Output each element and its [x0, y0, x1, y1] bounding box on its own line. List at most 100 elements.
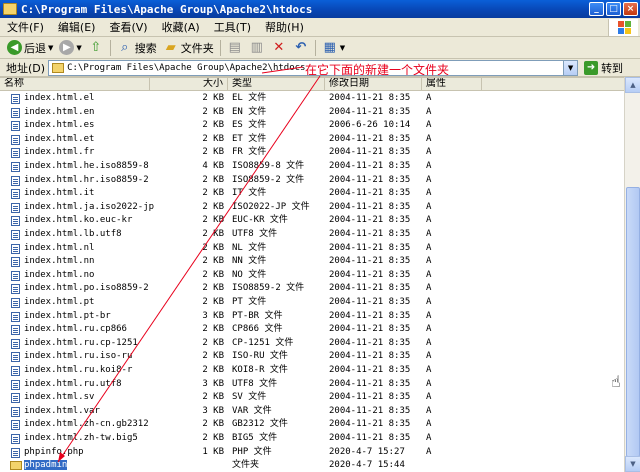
scroll-down-button[interactable]: ▼	[625, 456, 640, 472]
column-name[interactable]: 名称	[0, 78, 150, 91]
list-item[interactable]: index.html.hr.iso8859-2 2 KB ISO8859-2 文件 2…	[0, 174, 624, 188]
list-item[interactable]: index.html.ko.euc-kr 2 KB EUC-KR 文件 2004-11…	[0, 214, 624, 228]
address-dropdown-button[interactable]: ▼	[563, 60, 578, 75]
forward-button[interactable]: ▶ ▼	[56, 38, 84, 58]
list-item[interactable]: index.html.zh-cn.gb2312 2 KB GB2312 文件 2004…	[0, 418, 624, 432]
file-attributes-text: A	[426, 419, 432, 430]
copy-to-button[interactable]: ▥	[246, 38, 268, 58]
folders-button[interactable]: ▰ 文件夹	[160, 38, 217, 58]
file-attributes: A	[426, 133, 466, 146]
list-item[interactable]: index.html.no 2 KB NO 文件 2004-11-21 8:35 A	[0, 269, 624, 283]
file-type: PT-BR 文件	[232, 310, 325, 323]
list-item[interactable]: index.html.zh-tw.big5 2 KB BIG5 文件 2004-11-…	[0, 432, 624, 446]
list-item[interactable]: index.html.ja.iso2022-jp 2 KB ISO2022-JP 文…	[0, 201, 624, 215]
column-attributes[interactable]: 属性	[422, 78, 482, 91]
list-item[interactable]: index.html.ru.cp-1251 2 KB CP-1251 文件 2004-…	[0, 337, 624, 351]
menu-file[interactable]: 文件(F)	[0, 19, 51, 35]
file-size: 2 KB	[150, 201, 224, 214]
file-modified-text: 2004-11-21 8:35	[329, 378, 411, 389]
move-to-button[interactable]: ▤	[224, 38, 246, 58]
list-item[interactable]: index.html.es 2 KB ES 文件 2006-6-26 10:14 A	[0, 119, 624, 133]
file-icon	[11, 325, 20, 336]
file-type: NO 文件	[232, 269, 325, 282]
go-button[interactable]: ➜ 转到	[584, 60, 623, 76]
file-icon	[11, 243, 20, 254]
list-item[interactable]: phpadmin 文件夹 2020-4-7 15:44	[0, 459, 624, 472]
close-button[interactable]: ×	[623, 2, 638, 16]
list-item[interactable]: phpinfo.php 1 KB PHP 文件 2020-4-7 15:27 A	[0, 446, 624, 460]
undo-button[interactable]: ↶	[290, 38, 312, 58]
file-name: phpadmin	[24, 459, 164, 472]
file-icon	[11, 352, 20, 363]
file-size: 2 KB	[150, 228, 224, 241]
list-item[interactable]: index.html.fr 2 KB FR 文件 2004-11-21 8:35 A	[0, 146, 624, 160]
list-item[interactable]: index.html.sv 2 KB SV 文件 2004-11-21 8:35 A	[0, 391, 624, 405]
file-attributes-text: A	[426, 242, 432, 253]
column-type[interactable]: 类型	[228, 78, 325, 91]
file-modified: 2004-11-21 8:35	[329, 378, 422, 391]
back-button[interactable]: ◀ 后退 ▼	[4, 38, 56, 58]
file-icon	[11, 107, 20, 118]
file-list[interactable]: 名称 大小 类型 修改日期 属性 index.html.el 2 KB EL 文件 2…	[0, 77, 624, 472]
file-name: index.html.po.iso8859-2	[24, 282, 164, 295]
file-size: 3 KB	[150, 378, 224, 391]
file-modified-text: 2004-11-21 8:35	[329, 283, 411, 294]
menu-favorites[interactable]: 收藏(A)	[155, 19, 207, 35]
file-modified: 2004-11-21 8:35	[329, 255, 422, 268]
file-type-text: ET 文件	[232, 133, 267, 144]
address-label: 地址(D)	[6, 61, 46, 75]
file-type: ES 文件	[232, 119, 325, 132]
file-attributes	[426, 459, 466, 472]
file-type: ISO-RU 文件	[232, 350, 325, 363]
scroll-thumb[interactable]	[626, 187, 640, 457]
maximize-button[interactable]: □	[606, 2, 621, 16]
list-item[interactable]: index.html.ru.cp866 2 KB CP866 文件 2004-11-2…	[0, 323, 624, 337]
delete-button[interactable]: ✕	[268, 38, 290, 58]
title-bar[interactable]: C:\Program Files\Apache Group\Apache2\ht…	[0, 0, 640, 18]
scroll-up-button[interactable]: ▲	[625, 77, 640, 93]
file-name: index.html.no	[24, 269, 164, 282]
folders-label: 文件夹	[180, 41, 214, 55]
views-button[interactable]: ▦ ▼	[319, 38, 348, 58]
file-modified-text: 2004-11-21 8:35	[329, 133, 411, 144]
file-size: 1 KB	[150, 446, 224, 459]
file-name-text: index.html.ja.iso2022-jp	[24, 201, 155, 212]
column-size[interactable]: 大小	[150, 78, 228, 91]
list-item[interactable]: index.html.et 2 KB ET 文件 2004-11-21 8:35 A	[0, 133, 624, 147]
list-item[interactable]: index.html.en 2 KB EN 文件 2004-11-21 8:35 A	[0, 106, 624, 120]
menu-view[interactable]: 查看(V)	[102, 19, 154, 35]
up-folder-button[interactable]: ⇧	[85, 38, 107, 58]
menu-edit[interactable]: 编辑(E)	[51, 19, 103, 35]
list-item[interactable]: index.html.el 2 KB EL 文件 2004-11-21 8:35 A	[0, 92, 624, 106]
list-item[interactable]: index.html.ru.koi8-r 2 KB KOI8-R 文件 2004-11…	[0, 364, 624, 378]
list-item[interactable]: index.html.var 3 KB VAR 文件 2004-11-21 8:35 A	[0, 405, 624, 419]
menu-help[interactable]: 帮助(H)	[258, 19, 311, 35]
list-item[interactable]: index.html.nn 2 KB NN 文件 2004-11-21 8:35 A	[0, 255, 624, 269]
file-type: ET 文件	[232, 133, 325, 146]
list-item[interactable]: index.html.pt 2 KB PT 文件 2004-11-21 8:35 A	[0, 296, 624, 310]
vertical-scrollbar[interactable]: ▲ ▼	[624, 77, 640, 472]
file-type: IT 文件	[232, 187, 325, 200]
file-icon	[11, 284, 20, 295]
file-name-text: index.html.en	[24, 106, 95, 117]
file-attributes: A	[426, 432, 466, 445]
list-item[interactable]: index.html.po.iso8859-2 2 KB ISO8859-2 文件 2…	[0, 282, 624, 296]
search-button[interactable]: ⌕ 搜索	[114, 38, 160, 58]
file-modified: 2004-11-21 8:35	[329, 364, 422, 377]
column-modified[interactable]: 修改日期	[325, 78, 422, 91]
file-attributes: A	[426, 160, 466, 173]
list-item[interactable]: index.html.nl 2 KB NL 文件 2004-11-21 8:35 A	[0, 242, 624, 256]
list-item[interactable]: index.html.pt-br 3 KB PT-BR 文件 2004-11-21 8…	[0, 310, 624, 324]
list-item[interactable]: index.html.lb.utf8 2 KB UTF8 文件 2004-11-21 …	[0, 228, 624, 242]
list-item[interactable]: index.html.ru.iso-ru 2 KB ISO-RU 文件 2004-11…	[0, 350, 624, 364]
file-modified-text: 2004-11-21 8:35	[329, 256, 411, 267]
minimize-button[interactable]: _	[589, 2, 604, 16]
list-item[interactable]: index.html.ru.utf8 3 KB UTF8 文件 2004-11-21 …	[0, 378, 624, 392]
menu-tools[interactable]: 工具(T)	[207, 19, 258, 35]
file-icon	[11, 311, 20, 322]
file-type: VAR 文件	[232, 405, 325, 418]
list-item[interactable]: index.html.he.iso8859-8 4 KB ISO8859-8 文件 2…	[0, 160, 624, 174]
list-item[interactable]: index.html.it 2 KB IT 文件 2004-11-21 8:35 A	[0, 187, 624, 201]
file-attributes: A	[426, 255, 466, 268]
file-size: 2 KB	[150, 214, 224, 227]
